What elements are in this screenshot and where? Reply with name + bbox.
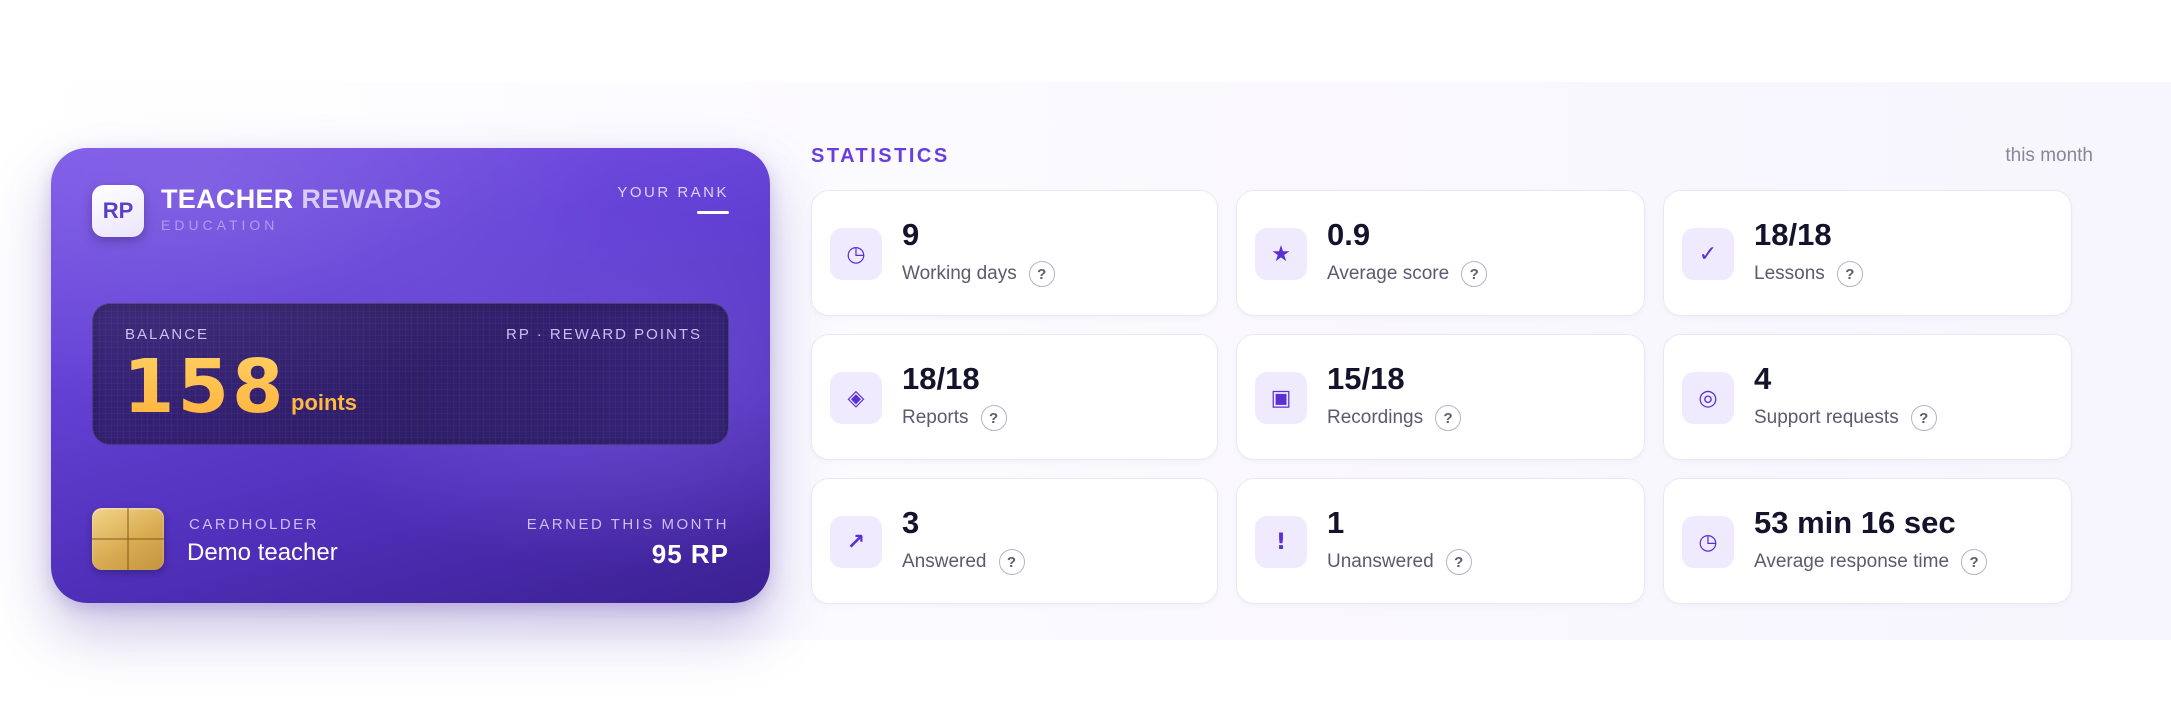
- stat-label-row: Average response time?: [1754, 549, 1988, 575]
- earned-value: 95 RP: [651, 539, 729, 569]
- earned-label: EARNED THIS MONTH: [526, 516, 729, 533]
- stat-label: Support requests: [1754, 407, 1899, 428]
- stat-label-row: Reports?: [902, 405, 1007, 431]
- stat-label: Recordings: [1327, 407, 1424, 428]
- brand-title: TEACHER REWARDS: [161, 184, 442, 215]
- brand-subtitle: EDUCATION: [161, 217, 279, 233]
- lifebuoy-icon: ◎: [1682, 372, 1734, 424]
- diamond-icon: ◈: [830, 372, 882, 424]
- reward-card: RP TEACHER REWARDS EDUCATION YOUR RANK —…: [51, 148, 770, 603]
- star-icon: ★: [1255, 228, 1307, 280]
- cardholder-name: Demo teacher: [187, 539, 338, 566]
- stat-label: Average score: [1327, 263, 1450, 284]
- cardholder-label: CARDHOLDER: [189, 516, 320, 533]
- stat-value: 53 min 16 sec: [1754, 505, 1956, 540]
- help-icon[interactable]: ?: [1028, 261, 1055, 287]
- currency-label: RP · REWARD POINTS: [505, 326, 702, 343]
- stat-label-row: Average score?: [1327, 261, 1488, 287]
- statistics-title: STATISTICS: [811, 145, 950, 167]
- stat-value: 3: [902, 505, 920, 540]
- balance-value: 158: [123, 344, 287, 430]
- check-icon: ✓: [1682, 228, 1734, 280]
- stat-value: 4: [1754, 361, 1772, 396]
- stat-value: 15/18: [1327, 361, 1405, 396]
- clock-icon: ◷: [1682, 516, 1734, 568]
- stat-label: Working days: [902, 263, 1017, 284]
- exclamation-icon: !: [1255, 516, 1307, 568]
- clock-icon: ◷: [830, 228, 882, 280]
- stat-label-row: Unanswered?: [1327, 549, 1472, 575]
- statistics-grid: ◷ 9 Working days? ★ 0.9 Average score? ✓ 18/18 L…: [811, 190, 2072, 604]
- stat-tile: ★ 0.9 Average score?: [1236, 190, 1645, 316]
- brand: TEACHER REWARDS EDUCATION: [161, 184, 442, 233]
- stat-label: Reports: [902, 407, 969, 428]
- stat-value: 9: [902, 217, 920, 252]
- help-icon[interactable]: ?: [1461, 261, 1488, 287]
- stat-value: 1: [1327, 505, 1345, 540]
- stat-tile: ! 1 Unanswered?: [1236, 478, 1645, 604]
- stat-label-row: Support requests?: [1754, 405, 1937, 431]
- rp-logo: RP: [92, 185, 144, 237]
- arrow-up-right-icon: ↗: [830, 516, 882, 568]
- stat-value: 18/18: [1754, 217, 1832, 252]
- recording-square-icon: ▣: [1255, 372, 1307, 424]
- stat-tile: ◷ 9 Working days?: [811, 190, 1218, 316]
- stat-tile: ◷ 53 min 16 sec Average response time?: [1663, 478, 2072, 604]
- help-icon[interactable]: ?: [1961, 549, 1988, 575]
- rank-label: YOUR RANK: [617, 184, 729, 201]
- brand-title-word1: TEACHER: [161, 184, 294, 214]
- stat-value: 0.9: [1327, 217, 1371, 252]
- statistics-period: this month: [2005, 145, 2093, 166]
- rank-value: —: [697, 211, 729, 214]
- help-icon[interactable]: ?: [980, 405, 1007, 431]
- help-icon[interactable]: ?: [1445, 549, 1472, 575]
- help-icon[interactable]: ?: [1910, 405, 1937, 431]
- card-chip-icon: [92, 508, 164, 570]
- stat-tile: ▣ 15/18 Recordings?: [1236, 334, 1645, 460]
- rank-block: YOUR RANK —: [617, 184, 729, 219]
- stat-tile: ◈ 18/18 Reports?: [811, 334, 1218, 460]
- stat-label-row: Answered?: [902, 549, 1025, 575]
- stat-tile: ◎ 4 Support requests?: [1663, 334, 2072, 460]
- stat-label: Lessons: [1754, 263, 1825, 284]
- help-icon[interactable]: ?: [1435, 405, 1462, 431]
- cardholder-block: CARDHOLDER Demo teacher: [187, 516, 338, 567]
- balance-panel: BALANCE RP · REWARD POINTS 158 points: [92, 303, 729, 445]
- help-icon[interactable]: ?: [998, 549, 1025, 575]
- balance-label: BALANCE: [125, 326, 210, 343]
- stat-label: Average response time: [1754, 551, 1950, 572]
- earned-block: EARNED THIS MONTH 95 RP: [527, 516, 729, 570]
- stat-tile: ✓ 18/18 Lessons?: [1663, 190, 2072, 316]
- stat-value: 18/18: [902, 361, 980, 396]
- balance-unit: points: [291, 390, 357, 415]
- stat-label-row: Recordings?: [1327, 405, 1462, 431]
- stat-label: Answered: [902, 551, 987, 572]
- stat-tile: ↗ 3 Answered?: [811, 478, 1218, 604]
- stat-label: Unanswered: [1327, 551, 1434, 572]
- help-icon[interactable]: ?: [1836, 261, 1863, 287]
- stat-label-row: Lessons?: [1754, 261, 1863, 287]
- brand-title-word2: REWARDS: [301, 184, 442, 214]
- stat-label-row: Working days?: [902, 261, 1055, 287]
